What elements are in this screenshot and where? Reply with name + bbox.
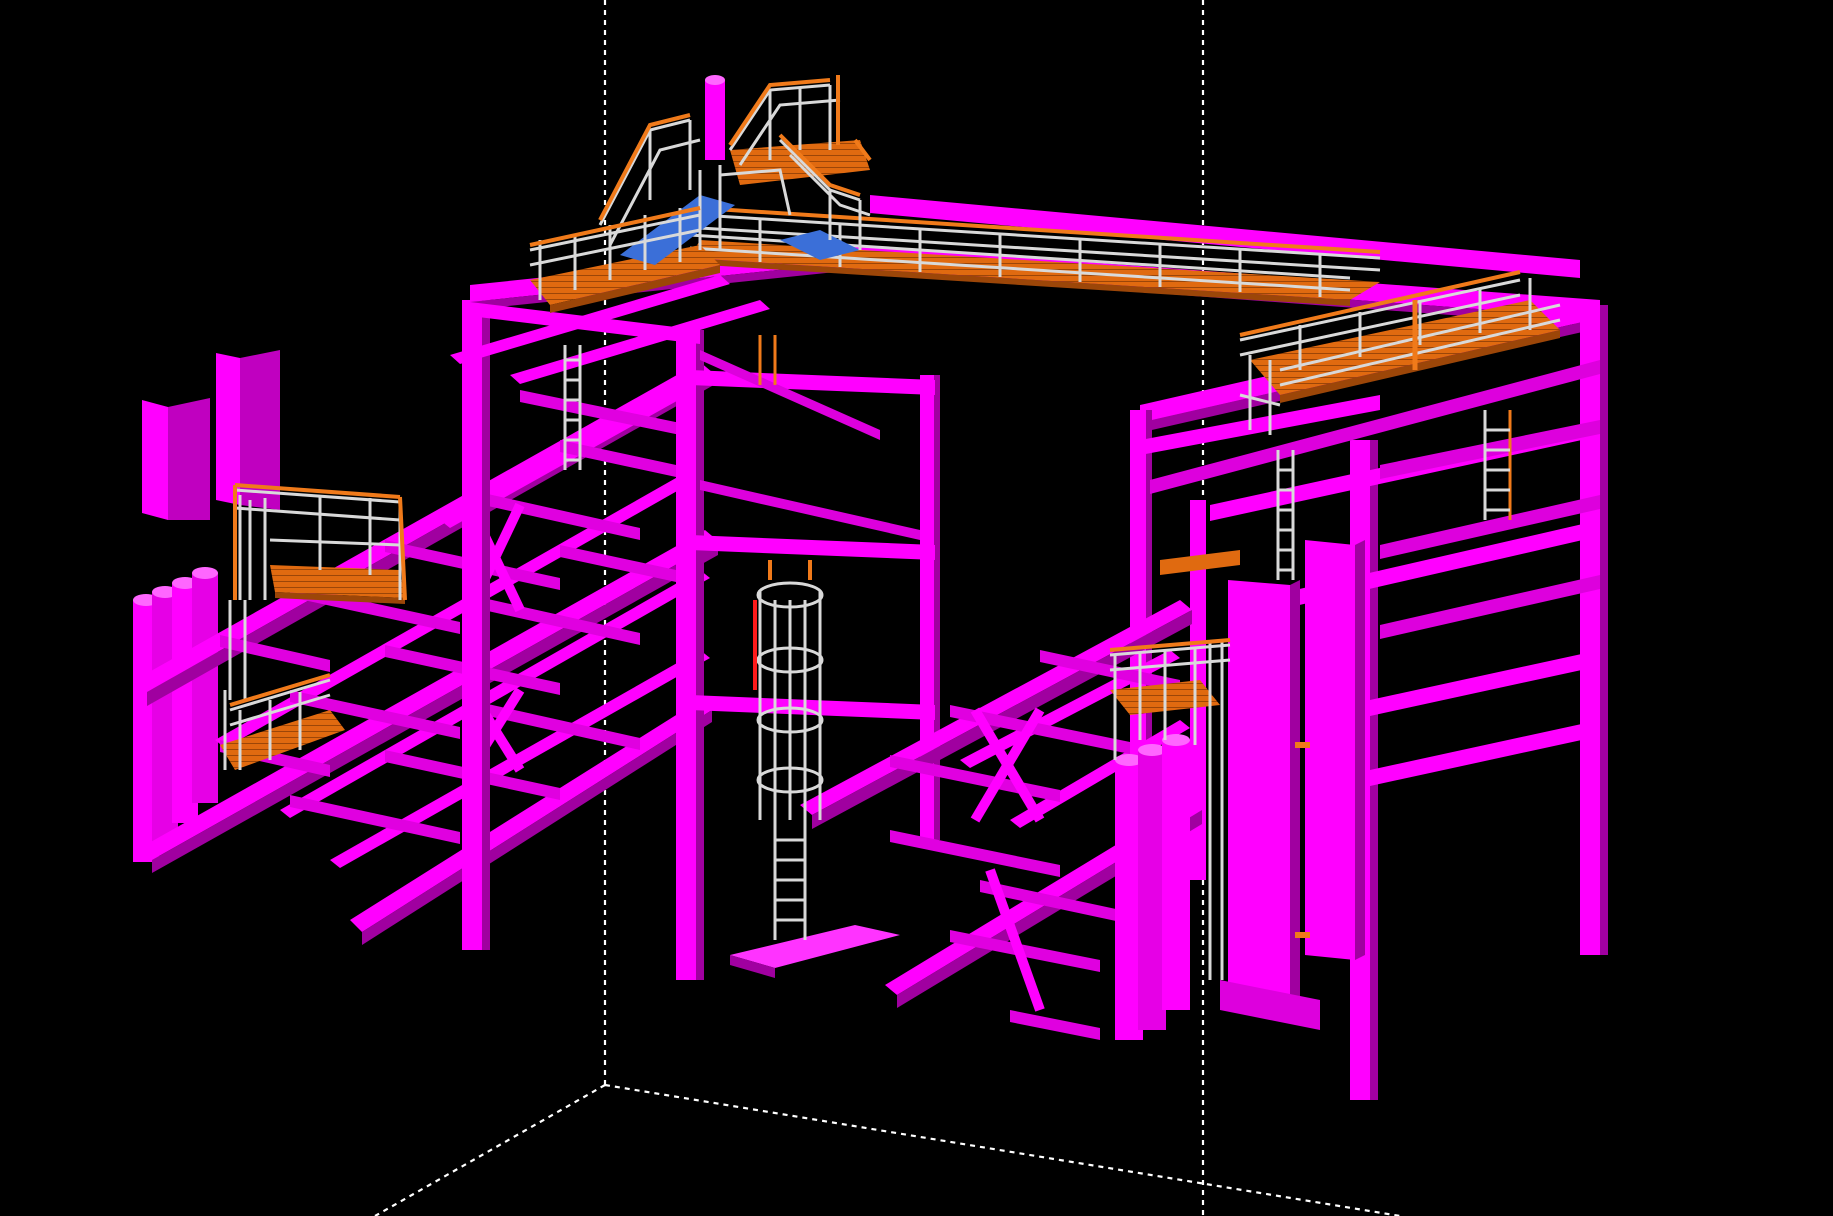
top-left-platform-stair[interactable] [529,75,872,313]
model-viewport[interactable] [0,0,1833,1216]
center-cage-ladder[interactable] [753,560,824,940]
left-tall-columns [142,350,280,520]
model-canvas[interactable] [0,0,1833,1216]
base-plate [730,925,900,978]
right-pipe-columns [1115,734,1190,1040]
right-wing-grid[interactable] [800,540,1365,1040]
